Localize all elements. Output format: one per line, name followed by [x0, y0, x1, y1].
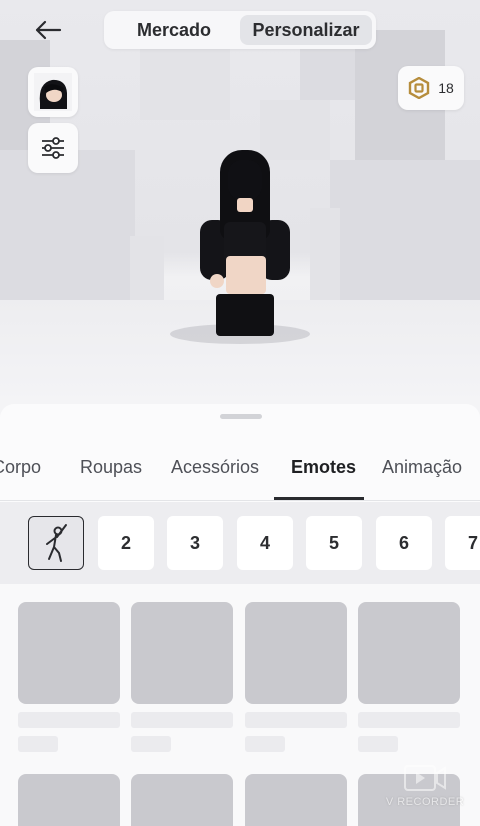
price-placeholder: [245, 736, 285, 752]
recorder-watermark: V RECORDER: [380, 764, 470, 820]
title-placeholder: [18, 712, 120, 728]
emote-slots-bar: 2 3 4 5 6 7: [0, 502, 480, 584]
tab-emotes[interactable]: Emotes: [291, 450, 356, 502]
background-block: [330, 160, 480, 300]
sheet-drag-handle[interactable]: [220, 414, 262, 419]
avatar-hand: [210, 274, 224, 288]
title-placeholder: [245, 712, 347, 728]
avatar-legs: [216, 294, 274, 336]
emote-slot-6[interactable]: 6: [376, 516, 432, 570]
background-block: [310, 208, 340, 300]
emote-card-placeholder[interactable]: [358, 602, 460, 704]
video-recorder-icon: [404, 765, 446, 791]
emote-card-placeholder[interactable]: [131, 602, 233, 704]
emote-slot-7[interactable]: 7: [445, 516, 480, 570]
robux-count: 18: [438, 80, 454, 96]
robux-balance-button[interactable]: 18: [398, 66, 464, 110]
emote-slot-4[interactable]: 4: [237, 516, 293, 570]
avatar-waist: [226, 256, 266, 294]
avatar-headshot-icon: [34, 73, 72, 111]
robux-icon: [409, 77, 430, 99]
background-block: [130, 236, 164, 300]
tab-animacao[interactable]: Animação: [382, 450, 462, 502]
background-block: [140, 40, 230, 120]
tab-mercado[interactable]: Mercado: [108, 15, 240, 45]
title-placeholder: [358, 712, 460, 728]
emote-slot-5[interactable]: 5: [306, 516, 362, 570]
avatar-thumbnail-button[interactable]: [28, 67, 78, 117]
tab-corpo[interactable]: Corpo: [0, 450, 41, 502]
avatar-character[interactable]: [190, 150, 300, 340]
watermark-text: V RECORDER: [385, 796, 465, 808]
title-placeholder: [131, 712, 233, 728]
back-button[interactable]: [30, 14, 66, 46]
tab-roupas[interactable]: Roupas: [80, 450, 142, 502]
emote-card-placeholder[interactable]: [18, 774, 120, 826]
category-tabs: Corpo Roupas Acessórios Emotes Animação: [0, 450, 480, 502]
tabs-divider: [0, 500, 480, 501]
arrow-left-icon: [35, 20, 62, 40]
price-placeholder: [131, 736, 171, 752]
avatar-neck: [237, 198, 253, 212]
price-placeholder: [18, 736, 58, 752]
tab-personalizar[interactable]: Personalizar: [240, 15, 372, 45]
emote-slot-3[interactable]: 3: [167, 516, 223, 570]
avatar-head: [228, 160, 262, 200]
emote-card-placeholder[interactable]: [18, 602, 120, 704]
filters-button[interactable]: [28, 123, 78, 173]
mode-segmented-control: Mercado Personalizar: [104, 11, 376, 49]
dance-emote-icon: [46, 524, 67, 562]
tab-acessorios[interactable]: Acessórios: [171, 450, 259, 502]
emote-card-placeholder[interactable]: [245, 774, 347, 826]
sliders-icon: [42, 137, 64, 159]
price-placeholder: [358, 736, 398, 752]
emote-card-placeholder[interactable]: [131, 774, 233, 826]
emote-slot-1[interactable]: [28, 516, 84, 570]
avatar-preview-scene[interactable]: Mercado Personalizar 18: [0, 0, 480, 420]
customize-bottom-sheet: Corpo Roupas Acessórios Emotes Animação …: [0, 404, 480, 826]
emote-slot-2[interactable]: 2: [98, 516, 154, 570]
emote-card-placeholder[interactable]: [245, 602, 347, 704]
